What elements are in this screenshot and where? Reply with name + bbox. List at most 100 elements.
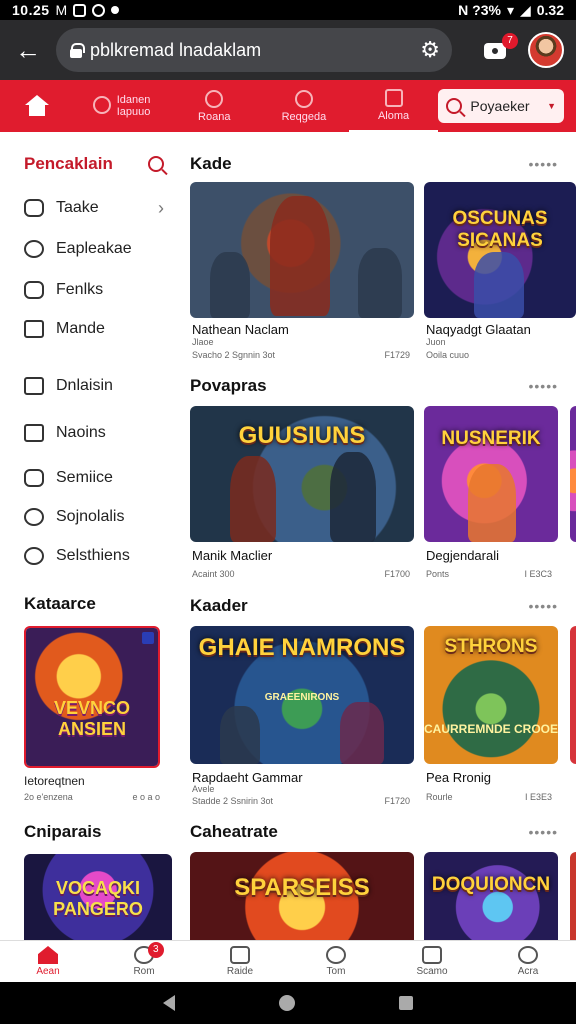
bottom-nav-label: Scamo: [416, 966, 448, 977]
nav-tab-4[interactable]: Aloma: [348, 80, 439, 132]
more-icon[interactable]: •••••: [528, 598, 558, 614]
address-bar[interactable]: pblkremad lnadaklam ⚙: [56, 28, 452, 72]
camera-icon[interactable]: 7: [484, 33, 518, 61]
nav-tab-1[interactable]: Idanen Iapuuo: [74, 80, 170, 132]
game-logo: SPARSEISS: [234, 874, 370, 901]
sidebar-game-card[interactable]: VOCAQKI PANGERO: [24, 854, 172, 940]
sidebar-item-label: Fenlks: [56, 281, 104, 298]
home-icon: [38, 946, 58, 964]
card-meta: Acaint 300: [192, 569, 235, 579]
search-icon: [326, 946, 346, 964]
bottom-nav-house[interactable]: Raide: [192, 941, 288, 982]
more-icon[interactable]: •••••: [528, 156, 558, 172]
search-value: Poyaeker: [470, 98, 530, 114]
card-caption: Rapdaeht Gammar: [192, 770, 303, 785]
home-circle-icon[interactable]: [279, 995, 295, 1011]
bottom-nav-edit[interactable]: Scamo: [384, 941, 480, 982]
clock: 10.25: [12, 2, 50, 18]
card-meta: e o a o: [132, 792, 160, 802]
game-logo: VOCAQKI PANGERO: [53, 878, 143, 919]
game-logo: DOQUIONCN: [431, 874, 551, 895]
game-logo: NUSNERIK: [441, 428, 541, 449]
sidebar-item-6[interactable]: Naoins: [24, 419, 164, 447]
wave-icon: [24, 469, 44, 487]
search-dropdown[interactable]: Poyaeker ▼: [438, 89, 564, 123]
sidebar-game-card[interactable]: VEVNCO ANSIEN: [24, 626, 160, 768]
back-icon[interactable]: [163, 995, 175, 1011]
card-meta: Avele: [192, 784, 215, 794]
next-card-peek[interactable]: [570, 626, 576, 764]
sidebar-item-label: Semiice: [56, 469, 113, 486]
sidebar-title: Pencaklain: [24, 154, 113, 173]
grid-icon: [384, 88, 403, 107]
bottom-nav-chat[interactable]: 3 Rom: [96, 941, 192, 982]
nav-tab-2[interactable]: Roana: [169, 80, 259, 132]
heart-icon: [24, 547, 44, 565]
nav-tab-label: Aloma: [377, 109, 410, 122]
bottom-nav-profile[interactable]: Acra: [480, 941, 576, 982]
badge-icon: [142, 632, 154, 644]
settings-icon: [92, 3, 106, 17]
sidebar-item-7[interactable]: Semiice: [24, 464, 164, 492]
game-card[interactable]: SPARSEISS: [190, 852, 414, 940]
game-card[interactable]: [190, 182, 414, 318]
game-card[interactable]: DOQUIONCN: [424, 852, 558, 940]
next-card-peek[interactable]: [570, 852, 576, 940]
sidebar-section-title: Kataarce: [24, 594, 96, 613]
section-title: Povapras: [190, 376, 267, 395]
gear-icon[interactable]: ⚙: [420, 37, 440, 63]
game-card[interactable]: STHRONS CAURREMNDE CROOE: [424, 626, 558, 764]
game-sections: Kade ••••• Nathean Naclam Jlaoe Svacho 2…: [190, 132, 576, 940]
profile-icon: [518, 946, 538, 964]
nav-tab-label: Roana: [198, 110, 231, 123]
globe-icon: [92, 95, 111, 114]
clock-icon: [205, 89, 224, 108]
bottom-nav-label: Tom: [326, 966, 346, 977]
bottom-nav-label: Raide: [226, 966, 254, 977]
game-card[interactable]: OSCUNAS SICANAS: [424, 182, 576, 318]
game-logo: VEVNCO ANSIEN: [53, 698, 131, 739]
game-card[interactable]: GHAIE NAMRONS GRAEENIRONS: [190, 626, 414, 764]
bottom-nav-search[interactable]: Tom: [288, 941, 384, 982]
card-caption: Manik Maclier: [192, 548, 273, 563]
sidebar-item-label: Mande: [56, 320, 105, 337]
bottom-nav-home[interactable]: Aean: [0, 941, 96, 982]
game-logo: OSCUNAS SICANAS: [452, 208, 548, 251]
recents-icon[interactable]: [399, 996, 413, 1010]
sidebar-section-title: Cniparais: [24, 822, 102, 841]
nav-tab-label: Reqgeda: [281, 110, 327, 123]
sidebar-item-3[interactable]: Fenlks: [24, 276, 164, 304]
card-meta: I E3E3: [524, 792, 552, 802]
game-logo: GHAIE NAMRONS: [198, 634, 406, 661]
home-button[interactable]: [0, 80, 74, 132]
back-arrow-icon[interactable]: ←: [0, 20, 56, 80]
sidebar-item-8[interactable]: Sojnolalis: [24, 503, 164, 531]
section-title: Caheatrate: [190, 822, 278, 841]
card-meta: F1700: [384, 569, 410, 579]
sidebar-item-2[interactable]: Eapleakae: [24, 235, 164, 263]
chat-icon: [24, 240, 44, 258]
next-card-peek[interactable]: [570, 406, 576, 542]
gamepad-icon: [24, 281, 44, 299]
game-card[interactable]: GUUSIUNS: [190, 406, 414, 542]
sidebar-item-1[interactable]: Taake ›: [24, 194, 164, 222]
game-card[interactable]: NUSNERIK: [424, 406, 558, 542]
more-icon[interactable]: •••••: [528, 378, 558, 394]
main-content: Pencaklain Taake › Eapleakae Fenlks Mand…: [0, 132, 576, 940]
card-meta: Stadde 2 Ssnirin 3ot: [192, 796, 274, 806]
search-icon[interactable]: [148, 156, 164, 172]
sidebar-item-5[interactable]: Dnlaisin: [24, 372, 164, 400]
game-logo: STHRONS: [444, 636, 538, 657]
house-outline-icon: [230, 946, 250, 964]
sidebar-item-4[interactable]: Mande: [24, 315, 164, 343]
sidebar: Pencaklain Taake › Eapleakae Fenlks Mand…: [0, 132, 178, 940]
photo-icon: [73, 3, 87, 17]
more-icon[interactable]: •••••: [528, 824, 558, 840]
card-caption: Pea Rronig: [426, 770, 492, 785]
nav-tab-label: Idanen: [116, 94, 151, 106]
card-caption: Ietoreqtnen: [24, 774, 85, 788]
nav-tab-3[interactable]: Reqgeda: [259, 80, 349, 132]
game-logo: GUUSIUNS: [238, 422, 366, 449]
sidebar-item-9[interactable]: Selsthiens: [24, 542, 164, 570]
avatar[interactable]: [528, 32, 564, 68]
